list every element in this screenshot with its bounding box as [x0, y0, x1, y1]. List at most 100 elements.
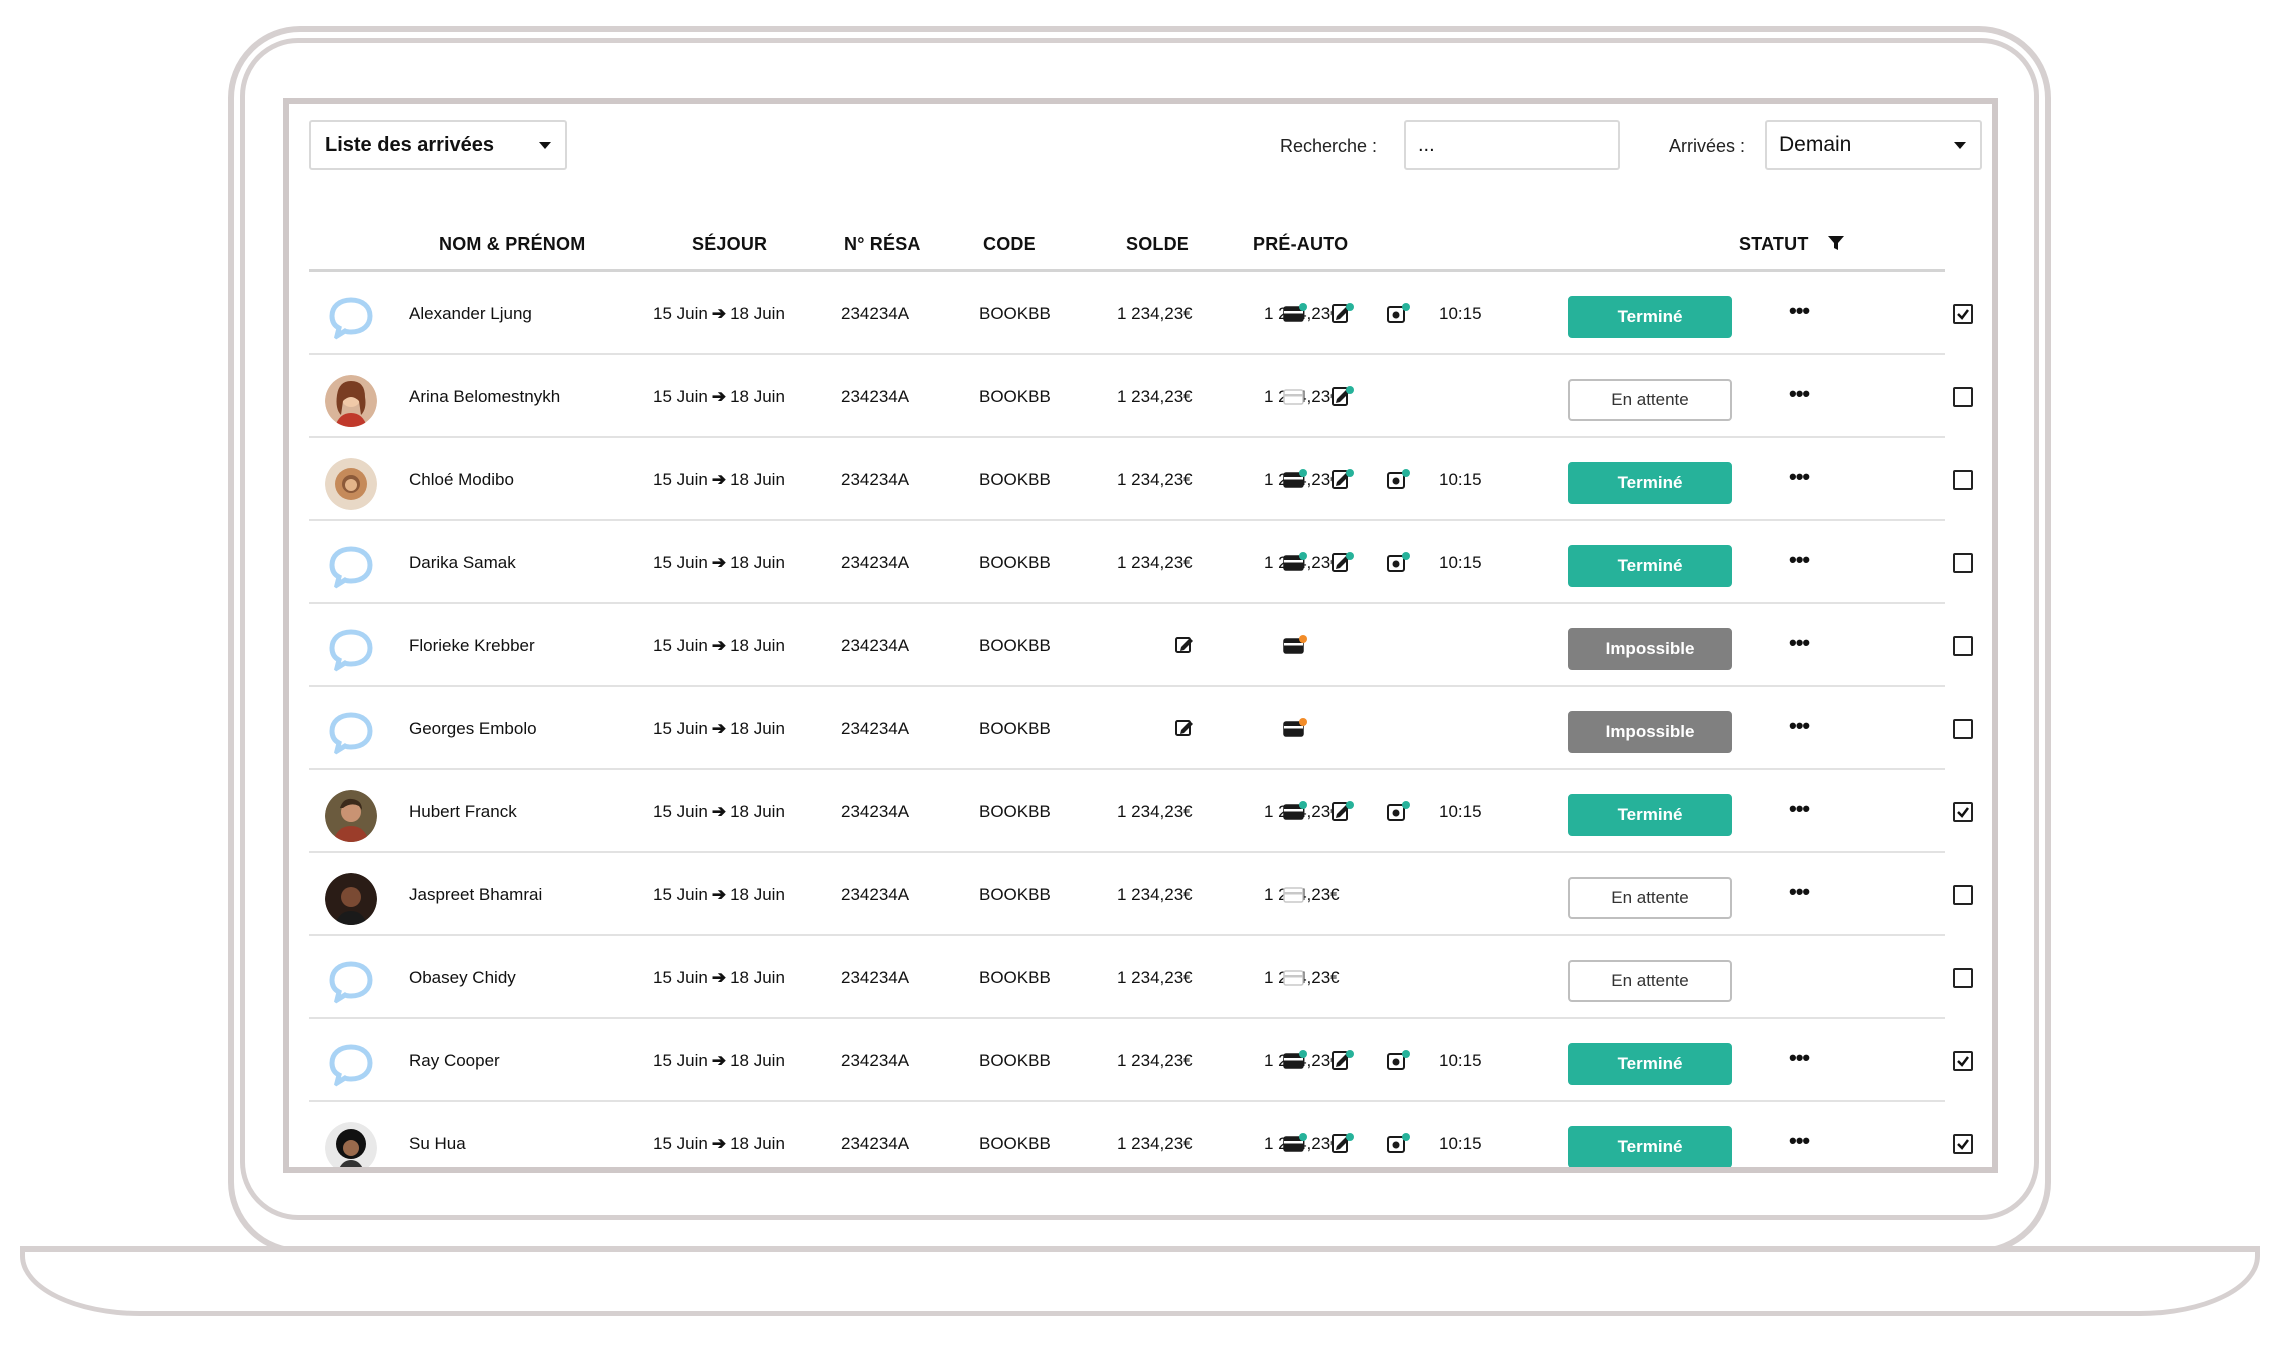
more-options-icon[interactable]: ••• — [1789, 796, 1810, 822]
row-checkbox[interactable] — [1953, 1134, 1973, 1154]
row-checkbox[interactable] — [1953, 719, 1973, 739]
edit-icon[interactable] — [1173, 717, 1197, 739]
filter-icon[interactable] — [1827, 234, 1845, 252]
payment-card-icon[interactable] — [1283, 883, 1307, 905]
table-row[interactable]: Jaspreet Bhamrai 15 Juin ➔ 18 Juin 23423… — [309, 853, 1973, 936]
guest-name[interactable]: Alexander Ljung — [409, 272, 532, 355]
arrow-right-icon: ➔ — [711, 469, 727, 489]
column-header-code[interactable]: CODE — [983, 234, 1036, 255]
payment-card-icon[interactable] — [1283, 302, 1307, 324]
more-options-icon[interactable]: ••• — [1789, 1128, 1810, 1154]
stay-from: 15 Juin — [653, 303, 708, 323]
key-card-icon[interactable] — [1386, 302, 1410, 324]
edit-document-icon[interactable] — [1330, 800, 1354, 822]
row-checkbox[interactable] — [1953, 885, 1973, 905]
more-options-icon[interactable]: ••• — [1789, 630, 1810, 656]
status-badge[interactable]: En attente — [1568, 379, 1732, 421]
row-checkbox[interactable] — [1953, 802, 1973, 822]
checkmark-icon — [1957, 1056, 1969, 1067]
row-checkbox[interactable] — [1953, 1051, 1973, 1071]
edit-icon[interactable] — [1173, 634, 1197, 656]
guest-name[interactable]: Darika Samak — [409, 521, 516, 604]
payment-card-icon[interactable] — [1283, 551, 1307, 573]
table-row[interactable]: Chloé Modibo 15 Juin ➔ 18 Juin 234234A B… — [309, 438, 1973, 521]
row-checkbox[interactable] — [1953, 636, 1973, 656]
edit-document-icon[interactable] — [1330, 302, 1354, 324]
more-options-icon[interactable]: ••• — [1789, 713, 1810, 739]
guest-name[interactable]: Florieke Krebber — [409, 604, 535, 687]
more-options-icon[interactable]: ••• — [1789, 547, 1810, 573]
column-header-stay[interactable]: SÉJOUR — [692, 234, 767, 255]
status-badge[interactable]: Terminé — [1568, 296, 1732, 338]
table-row[interactable]: Hubert Franck 15 Juin ➔ 18 Juin 234234A … — [309, 770, 1973, 853]
guest-name[interactable]: Hubert Franck — [409, 770, 517, 853]
table-row[interactable]: Darika Samak 15 Juin ➔ 18 Juin 234234A B… — [309, 521, 1973, 604]
guest-name[interactable]: Su Hua — [409, 1102, 466, 1167]
payment-card-icon[interactable] — [1283, 1132, 1307, 1154]
avatar — [325, 624, 377, 676]
row-checkbox[interactable] — [1953, 470, 1973, 490]
edit-document-icon[interactable] — [1330, 1132, 1354, 1154]
guest-name[interactable]: Ray Cooper — [409, 1019, 500, 1102]
table-row[interactable]: Georges Embolo 15 Juin ➔ 18 Juin 234234A… — [309, 687, 1973, 770]
guest-name[interactable]: Chloé Modibo — [409, 438, 514, 521]
edit-document-icon[interactable] — [1330, 468, 1354, 490]
status-badge[interactable]: Terminé — [1568, 1043, 1732, 1085]
table-row[interactable]: Ray Cooper 15 Juin ➔ 18 Juin 234234A BOO… — [309, 1019, 1973, 1102]
checkmark-icon — [1957, 807, 1969, 818]
column-header-preauth[interactable]: PRÉ-AUTO — [1253, 234, 1348, 255]
arrow-right-icon: ➔ — [711, 303, 727, 323]
status-badge[interactable]: Impossible — [1568, 628, 1732, 670]
edit-document-icon[interactable] — [1330, 385, 1354, 407]
guest-name[interactable]: Georges Embolo — [409, 687, 537, 770]
column-header-resa[interactable]: N° RÉSA — [844, 234, 921, 255]
status-badge[interactable]: Terminé — [1568, 794, 1732, 836]
table-row[interactable]: Florieke Krebber 15 Juin ➔ 18 Juin 23423… — [309, 604, 1973, 687]
status-badge[interactable]: Terminé — [1568, 545, 1732, 587]
edit-document-icon[interactable] — [1330, 1049, 1354, 1071]
list-type-select[interactable]: Liste des arrivées — [309, 120, 567, 170]
key-card-icon[interactable] — [1386, 800, 1410, 822]
status-badge[interactable]: En attente — [1568, 877, 1732, 919]
column-header-name[interactable]: NOM & PRÉNOM — [439, 234, 585, 255]
more-options-icon[interactable]: ••• — [1789, 381, 1810, 407]
column-header-status[interactable]: STATUT — [1739, 234, 1809, 255]
row-checkbox[interactable] — [1953, 968, 1973, 988]
guest-name[interactable]: Jaspreet Bhamrai — [409, 853, 542, 936]
payment-card-icon[interactable] — [1283, 966, 1307, 988]
table-row[interactable]: Su Hua 15 Juin ➔ 18 Juin 234234A BOOKBB … — [309, 1102, 1973, 1167]
edit-document-icon[interactable] — [1330, 551, 1354, 573]
arrivals-select[interactable]: Demain — [1765, 120, 1982, 170]
key-card-icon[interactable] — [1386, 1049, 1410, 1071]
row-checkbox[interactable] — [1953, 553, 1973, 573]
payment-card-icon[interactable] — [1283, 385, 1307, 407]
table-row[interactable]: Arina Belomestnykh 15 Juin ➔ 18 Juin 234… — [309, 355, 1973, 438]
status-badge[interactable]: Terminé — [1568, 1126, 1732, 1167]
payment-card-icon[interactable] — [1283, 468, 1307, 490]
key-card-icon[interactable] — [1386, 468, 1410, 490]
guest-name[interactable]: Obasey Chidy — [409, 936, 516, 1019]
table-row[interactable]: Alexander Ljung 15 Juin ➔ 18 Juin 234234… — [309, 272, 1973, 355]
more-options-icon[interactable]: ••• — [1789, 298, 1810, 324]
laptop-base — [20, 1246, 2260, 1316]
status-badge[interactable]: En attente — [1568, 960, 1732, 1002]
guest-name[interactable]: Arina Belomestnykh — [409, 355, 560, 438]
stay-dates: 15 Juin ➔ 18 Juin — [653, 687, 785, 770]
column-header-balance[interactable]: SOLDE — [1126, 234, 1189, 255]
stay-from: 15 Juin — [653, 1050, 708, 1070]
payment-card-icon[interactable] — [1283, 800, 1307, 822]
status-badge[interactable]: Impossible — [1568, 711, 1732, 753]
row-checkbox[interactable] — [1953, 387, 1973, 407]
payment-card-icon[interactable] — [1283, 634, 1307, 656]
payment-card-icon[interactable] — [1283, 1049, 1307, 1071]
more-options-icon[interactable]: ••• — [1789, 464, 1810, 490]
more-options-icon[interactable]: ••• — [1789, 1045, 1810, 1071]
search-input[interactable] — [1404, 120, 1620, 170]
key-card-icon[interactable] — [1386, 1132, 1410, 1154]
status-badge[interactable]: Terminé — [1568, 462, 1732, 504]
payment-card-icon[interactable] — [1283, 717, 1307, 739]
table-row[interactable]: Obasey Chidy 15 Juin ➔ 18 Juin 234234A B… — [309, 936, 1973, 1019]
more-options-icon[interactable]: ••• — [1789, 879, 1810, 905]
row-checkbox[interactable] — [1953, 304, 1973, 324]
key-card-icon[interactable] — [1386, 551, 1410, 573]
